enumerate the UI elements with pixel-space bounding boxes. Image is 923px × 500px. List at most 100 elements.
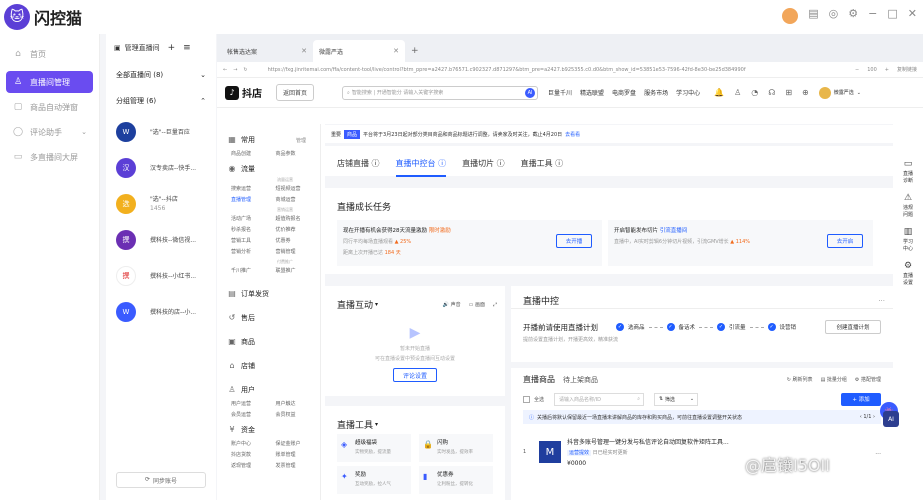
side-sub-item[interactable]: 保证金账户 xyxy=(276,440,321,447)
add-room-button[interactable]: + xyxy=(168,43,176,53)
side-group[interactable]: ¥ 资金 xyxy=(217,422,320,438)
people-icon[interactable]: ♙ xyxy=(734,88,741,97)
zoom-plus-icon[interactable]: + xyxy=(885,67,889,73)
side-sub-item[interactable]: 千川推广 xyxy=(231,267,276,274)
new-tab-button[interactable]: + xyxy=(405,40,425,62)
browser-tab-active[interactable]: 微露严选 ✕ xyxy=(313,40,405,62)
side-sub-item[interactable]: 发票管理 xyxy=(276,462,321,469)
top-link[interactable]: 精选联盟 xyxy=(580,88,604,97)
side-group[interactable]: ♙ 用户 xyxy=(217,382,320,398)
side-sub-item[interactable]: 商品创建 xyxy=(231,150,276,157)
top-link[interactable]: 电商罗盘 xyxy=(612,88,636,97)
sound-toggle[interactable]: 🔊 声音 xyxy=(443,301,461,308)
nav-item[interactable]: ▢ 商品自动弹窗 xyxy=(6,96,93,118)
side-sub-item[interactable]: 优价推荐 xyxy=(276,226,321,233)
goods-more[interactable]: ... xyxy=(875,449,881,456)
room-item[interactable]: W 撰科技的店--小... xyxy=(106,294,216,330)
top-link[interactable]: 巨量千川 xyxy=(548,88,572,97)
expand-icon[interactable]: ⤢ xyxy=(493,302,497,308)
tool-item[interactable]: ✦ 奖励 互动奖励，拉人气 xyxy=(337,466,411,494)
back-home-button[interactable]: 返回首页 xyxy=(276,84,315,101)
tool-item[interactable]: ▮ 优惠券 让利粉丝，提转化 xyxy=(419,466,493,494)
document-icon[interactable]: ▤ xyxy=(808,8,818,24)
side-sub-item[interactable]: 商城运营 xyxy=(276,196,321,203)
side-sub-item[interactable]: 会员运营 xyxy=(231,411,276,418)
room-item[interactable]: 汉 汉专卖店--快手... xyxy=(106,150,216,186)
room-item[interactable]: 撰 撰科技--微信视... xyxy=(106,222,216,258)
pager[interactable]: ‹ 1/1 › xyxy=(860,414,875,420)
nav-item[interactable]: ⌂ 首页 xyxy=(6,43,93,65)
rail-item[interactable]: ▥ 学习 中心 xyxy=(893,228,923,252)
enable-clip-button[interactable]: 去开启 xyxy=(827,234,863,248)
maximize-icon[interactable]: □ xyxy=(887,8,897,24)
side-group[interactable]: ◉ 流量 xyxy=(217,161,320,177)
zoom-minus-icon[interactable]: − xyxy=(855,67,859,73)
side-sub-item[interactable]: 账户中心 xyxy=(231,440,276,447)
side-group[interactable]: ↺ 售后 xyxy=(217,310,320,326)
side-sub-item[interactable]: 短视频运营 xyxy=(276,185,321,192)
close-icon[interactable]: ✕ xyxy=(908,8,917,24)
notice-link[interactable]: 去看看 xyxy=(565,131,580,138)
tab-close-icon[interactable]: ✕ xyxy=(393,47,399,55)
side-sub-item[interactable]: 搜索运营 xyxy=(231,185,276,192)
side-sub-item[interactable]: 优惠券 xyxy=(276,237,321,244)
nav-item[interactable]: ◯ 评论助手 ⌄ xyxy=(6,121,93,143)
all-rooms-section[interactable]: 全部直播间 (8) ⌄ xyxy=(106,62,216,88)
goods-search-input[interactable]: 请输入商品名称/ID ⌕ xyxy=(554,392,645,406)
tool-item[interactable]: ◈ 超级福袋 实物奖励，提流量 xyxy=(337,434,411,462)
menu-icon[interactable]: ≡ xyxy=(183,43,191,53)
tab-3[interactable]: 直播工具 ⓘ xyxy=(521,158,564,177)
copy-link-button[interactable]: 复制链接 xyxy=(897,66,917,73)
rail-item[interactable]: ▭ 直播 诊断 xyxy=(893,160,923,184)
service-icon[interactable]: ☊ xyxy=(768,88,775,97)
room-item[interactable]: W "选"--巨量百应 xyxy=(106,114,216,150)
bell-icon[interactable]: 🔔 xyxy=(714,88,724,97)
go-live-button[interactable]: 去开播 xyxy=(556,234,592,248)
side-sub-item[interactable]: 会员权益 xyxy=(276,411,321,418)
add-goods-button[interactable]: + 添加 xyxy=(841,392,881,406)
side-group[interactable]: ▦ 常用 管理 xyxy=(217,132,320,148)
minimize-icon[interactable]: − xyxy=(868,8,877,24)
create-plan-button[interactable]: 创建直播计划 xyxy=(825,320,881,334)
side-sub-item[interactable]: 用户触达 xyxy=(276,400,321,407)
browser-tab[interactable]: 帐售选达案 ✕ xyxy=(221,40,313,62)
side-sub-item[interactable]: 营销管理 xyxy=(276,248,321,255)
nav-item[interactable]: ▭ 多直播间大屏 xyxy=(6,146,93,168)
side-group[interactable]: ⌂ 店铺 xyxy=(217,358,320,374)
top-link[interactable]: 服务市场 xyxy=(644,88,668,97)
forward-icon[interactable]: → xyxy=(233,67,237,73)
chevron-down-icon[interactable]: ▾ xyxy=(375,421,378,428)
top-link[interactable]: 学习中心 xyxy=(676,88,700,97)
grid-app-icon[interactable]: ⊞ xyxy=(785,88,792,97)
user-avatar[interactable] xyxy=(782,8,799,24)
chat-icon[interactable]: ◔ xyxy=(751,88,758,97)
side-group[interactable]: ▤ 订单发货 xyxy=(217,286,320,302)
back-icon[interactable]: ← xyxy=(223,67,227,73)
ai-button[interactable]: AI xyxy=(883,411,899,427)
refresh-list-button[interactable]: ↻ 刷新列表 xyxy=(787,376,813,383)
support-icon[interactable]: ◎ xyxy=(829,8,839,24)
rail-item[interactable]: ⚙ 直播 设置 xyxy=(893,262,923,286)
shop-switcher[interactable]: 微露严选 ⌄ xyxy=(818,86,861,99)
bundle-manage-button[interactable]: ⚙ 搭配管理 xyxy=(855,376,881,383)
ai-search-icon[interactable]: AI xyxy=(525,87,536,98)
side-group[interactable]: ▣ 商品 xyxy=(217,334,320,350)
side-sub-item[interactable]: 联盟推广 xyxy=(276,267,321,274)
side-sub-item[interactable]: 营销工具 xyxy=(231,237,276,244)
tab-0[interactable]: 店铺直播 ⓘ xyxy=(337,158,380,177)
side-sub-item[interactable]: 秒杀报名 xyxy=(231,226,276,233)
room-item[interactable]: 选 "选"--抖店 1456 xyxy=(106,186,216,222)
add-circle-icon[interactable]: ⊕ xyxy=(802,88,809,97)
manage-rooms-label[interactable]: 管理直播间 xyxy=(125,43,160,53)
tab-pending-goods[interactable]: 待上架商品 xyxy=(563,375,598,385)
tool-item[interactable]: 🔒 闪购 实时发品，提效率 xyxy=(419,434,493,462)
side-sub-item[interactable]: 营销分析 xyxy=(231,248,276,255)
grouped-rooms-section[interactable]: 分组管理 (6) ⌃ xyxy=(106,88,216,114)
side-sub-item[interactable]: 活动广场 xyxy=(231,215,276,222)
sync-account-button[interactable]: ⟳ 同步账号 xyxy=(116,472,206,488)
side-sub-item[interactable]: 直播管理 xyxy=(231,196,276,203)
nav-item[interactable]: ♙ 直播间管理 xyxy=(6,71,93,93)
side-sub-item[interactable]: 商品参数 xyxy=(276,150,321,157)
url-text[interactable]: https://fxg.jinritemai.com/ffa/content-t… xyxy=(268,67,847,73)
tab-1[interactable]: 直播中控台 ⓘ xyxy=(395,158,447,177)
